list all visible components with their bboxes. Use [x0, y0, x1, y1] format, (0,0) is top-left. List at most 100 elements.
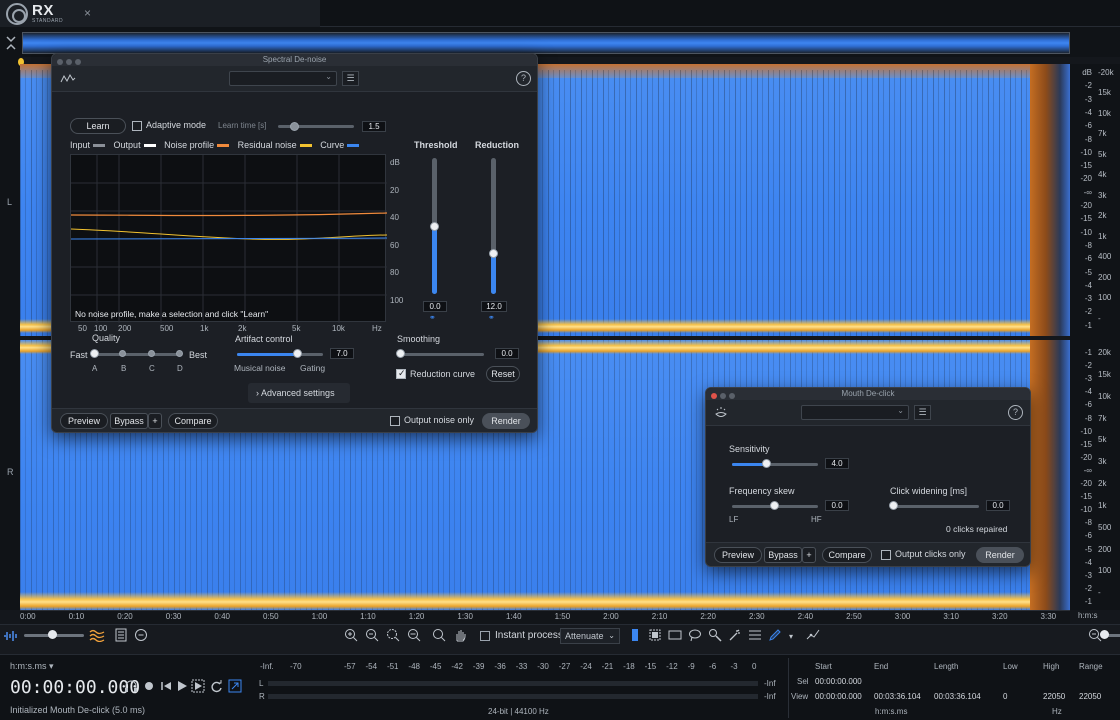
- view-high-value[interactable]: 22050: [1043, 692, 1065, 701]
- reduction-curve-checkbox[interactable]: [396, 368, 406, 379]
- frequency-zoom-knob[interactable]: [1100, 630, 1109, 639]
- overview-waveform[interactable]: [22, 32, 1070, 54]
- smoothing-slider[interactable]: [400, 353, 484, 356]
- time-ruler[interactable]: 0:00 0:10 0:20 0:30 0:40 0:50 1:00 1:10 1:20 1:30…: [20, 610, 1070, 624]
- zoom-selection-icon[interactable]: [384, 628, 402, 646]
- help-icon[interactable]: ?: [516, 71, 531, 86]
- db-scale-label: -4: [1084, 557, 1092, 567]
- play-icon[interactable]: [176, 679, 188, 696]
- learn-time-value[interactable]: 1.5: [362, 121, 386, 132]
- go-to-start-icon[interactable]: [159, 679, 173, 696]
- quality-knob[interactable]: [90, 349, 99, 358]
- reduction-value[interactable]: 12.0: [481, 301, 507, 312]
- comment-icon[interactable]: [132, 628, 150, 646]
- hz-scale-label: 5k: [1098, 435, 1107, 445]
- app-logo-sub: STANDARD: [32, 18, 64, 24]
- lasso-tool-icon[interactable]: [686, 628, 704, 646]
- learn-time-knob[interactable]: [290, 122, 299, 131]
- view-end-value[interactable]: 00:03:36.104: [874, 692, 921, 701]
- headphones-icon[interactable]: [124, 679, 138, 696]
- waveform-view-icon[interactable]: [2, 629, 20, 647]
- add-bypass-button[interactable]: +: [148, 413, 162, 429]
- play-selection-icon[interactable]: [191, 679, 205, 696]
- markers-list-icon[interactable]: [112, 628, 130, 646]
- db-scale-label: -8: [1084, 413, 1092, 423]
- record-icon[interactable]: [143, 679, 155, 696]
- smoothing-knob[interactable]: [396, 349, 405, 358]
- artifact-control-knob[interactable]: [293, 349, 303, 358]
- adaptive-mode-checkbox[interactable]: [132, 121, 142, 131]
- hand-tool-icon[interactable]: [451, 628, 469, 646]
- render-button[interactable]: Render: [976, 547, 1024, 563]
- time-selection-tool-icon[interactable]: [626, 628, 644, 646]
- sel-start-value[interactable]: 00:00:00.000: [815, 677, 862, 686]
- compare-button[interactable]: Compare: [168, 413, 218, 429]
- bypass-button[interactable]: Bypass: [110, 413, 148, 429]
- preview-button[interactable]: Preview: [714, 547, 762, 563]
- zoom-fit-icon[interactable]: [405, 628, 423, 646]
- smoothing-value[interactable]: 0.0: [495, 348, 519, 359]
- waveform-zoom-knob[interactable]: [48, 630, 57, 639]
- box-selection-tool-icon[interactable]: [666, 628, 684, 646]
- render-button[interactable]: Render: [482, 413, 530, 429]
- bypass-button[interactable]: Bypass: [764, 547, 802, 563]
- magic-wand-icon[interactable]: [726, 628, 744, 646]
- artifact-control-value[interactable]: 7.0: [330, 348, 354, 359]
- preview-button[interactable]: Preview: [60, 413, 108, 429]
- add-bypass-button[interactable]: +: [802, 547, 816, 563]
- compare-button[interactable]: Compare: [822, 547, 872, 563]
- reduction-knob[interactable]: [489, 249, 498, 259]
- frequency-skew-value[interactable]: 0.0: [825, 500, 849, 511]
- collapse-overview-icon[interactable]: [4, 33, 18, 53]
- quality-slider[interactable]: [94, 353, 182, 356]
- zoom-out-icon[interactable]: [363, 628, 381, 646]
- click-widening-knob[interactable]: [889, 501, 898, 510]
- threshold-knob[interactable]: [430, 222, 439, 231]
- scroll-follow-icon[interactable]: [228, 679, 242, 696]
- magnify-tool-icon[interactable]: [430, 628, 448, 646]
- graph-hz-label: 100: [94, 324, 108, 333]
- gain-envelope-icon[interactable]: [804, 628, 822, 646]
- tool-options-chevron-icon[interactable]: ▾: [782, 628, 800, 646]
- instant-process-checkbox[interactable]: [480, 631, 490, 641]
- frequency-skew-knob[interactable]: [770, 501, 779, 510]
- instant-process-mode-select[interactable]: Attenuate ⌄: [560, 628, 620, 644]
- mouth-declick-titlebar[interactable]: Mouth De-click: [706, 388, 1030, 400]
- time-format-select[interactable]: h:m:s.ms ▾: [10, 661, 54, 672]
- preset-menu-icon[interactable]: ☰: [342, 71, 359, 86]
- time-unit-label: h:m:s.ms: [875, 707, 908, 716]
- threshold-link-icon[interactable]: ⚭: [429, 313, 436, 322]
- learn-button[interactable]: Learn: [70, 118, 126, 134]
- view-start-value[interactable]: 00:00:00.000: [815, 692, 862, 701]
- time-ruler-tick: 2:50: [846, 612, 862, 621]
- frequency-selection-tool-icon[interactable]: [646, 628, 664, 646]
- advanced-settings-toggle[interactable]: › Advanced settings: [248, 383, 350, 403]
- spectrogram-view-icon[interactable]: [88, 628, 106, 646]
- sensitivity-knob[interactable]: [762, 459, 772, 468]
- click-widening-value[interactable]: 0.0: [986, 500, 1010, 511]
- tab-close-icon[interactable]: ×: [84, 6, 91, 20]
- harmonic-selection-icon[interactable]: [746, 628, 764, 646]
- view-low-value[interactable]: 0: [1003, 692, 1007, 701]
- sensitivity-value[interactable]: 4.0: [825, 458, 849, 469]
- output-clicks-only-checkbox[interactable]: [881, 550, 891, 560]
- loop-icon[interactable]: [209, 679, 223, 696]
- threshold-value[interactable]: 0.0: [423, 301, 447, 312]
- zoom-in-icon[interactable]: [342, 628, 360, 646]
- spectral-denoise-titlebar[interactable]: Spectral De-noise: [52, 54, 537, 66]
- help-icon[interactable]: ?: [1008, 405, 1023, 420]
- brush-tool-icon[interactable]: [706, 628, 724, 646]
- time-ruler-tick: 3:00: [894, 612, 911, 621]
- click-widening-slider[interactable]: [893, 505, 979, 508]
- preset-select[interactable]: ⌄: [801, 405, 909, 420]
- preset-menu-icon[interactable]: ☰: [914, 405, 931, 420]
- noise-profile-graph[interactable]: No noise profile, make a selection and c…: [70, 154, 387, 323]
- reset-button[interactable]: Reset: [486, 366, 520, 382]
- output-noise-only-checkbox[interactable]: [390, 416, 400, 426]
- preset-select[interactable]: ⌄: [229, 71, 337, 86]
- hz-scale-label: 15k: [1098, 88, 1111, 98]
- time-ruler-tick: 0:20: [117, 612, 133, 621]
- time-ruler-tick: 0:10: [68, 612, 85, 621]
- view-length-value[interactable]: 00:03:36.104: [934, 692, 981, 701]
- reduction-link-icon[interactable]: ⚭: [488, 313, 495, 322]
